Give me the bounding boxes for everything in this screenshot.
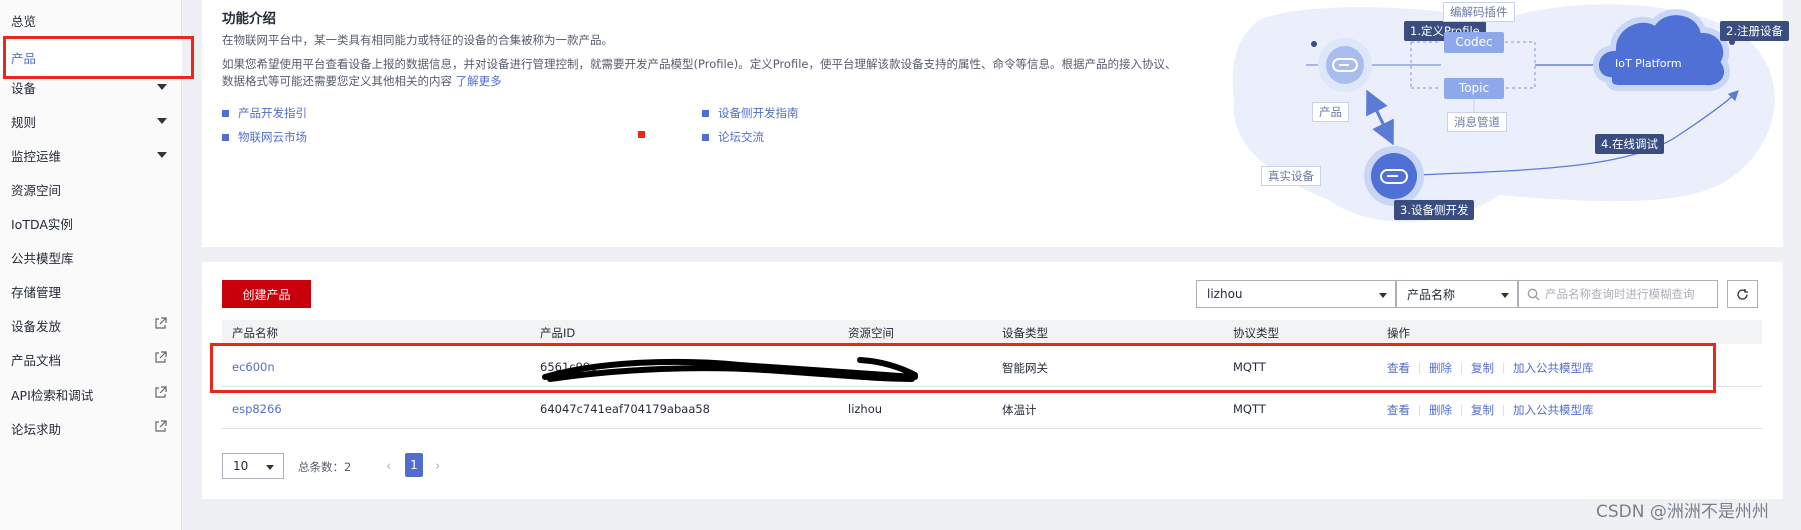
view-button[interactable]: 查看 bbox=[1387, 402, 1410, 418]
sidebar-item-device-provisioning[interactable]: 设备发放 bbox=[0, 308, 182, 342]
page-number-button[interactable]: 1 bbox=[405, 453, 423, 477]
sidebar-item-storage[interactable]: 存储管理 bbox=[0, 274, 182, 308]
prev-page-button[interactable]: ‹ bbox=[386, 459, 391, 474]
table-row: esp8266 64047c741eaf704179abaa58 lizhou … bbox=[222, 389, 1762, 429]
marker-dot bbox=[638, 131, 645, 138]
intro-paragraph: 在物联网平台中，某一类具有相同能力或特征的设备的合集被称为一款产品。 bbox=[222, 33, 613, 47]
link-forum[interactable]: 论坛交流 bbox=[702, 129, 764, 145]
product-name-link[interactable]: esp8266 bbox=[232, 402, 282, 416]
bullet-icon bbox=[222, 133, 229, 141]
label-product: 产品 bbox=[1312, 102, 1349, 122]
label-message-pipe: 消息管道 bbox=[1447, 112, 1507, 132]
add-to-public-models-button[interactable]: 加入公共模型库 bbox=[1513, 402, 1594, 418]
sidebar-item-label: 资源空间 bbox=[11, 182, 62, 198]
column-header-space: 资源空间 bbox=[848, 326, 894, 340]
sidebar: 总览 产品 设备 规则 监控运维 资源空间 IoTDA实例 公共模型库 存储管理… bbox=[0, 0, 182, 530]
link-iot-marketplace[interactable]: 物联网云市场 bbox=[222, 129, 307, 145]
highlight-box-products bbox=[3, 36, 194, 79]
page-size-select[interactable]: 10 bbox=[222, 453, 284, 479]
bullet-icon bbox=[702, 133, 709, 141]
redaction-scribble bbox=[542, 357, 918, 382]
chevron-down-icon bbox=[266, 465, 274, 470]
highlight-box-row bbox=[210, 343, 1716, 393]
codec-box: Codec bbox=[1444, 32, 1504, 53]
watermark: CSDN @洲洲不是州州 bbox=[1596, 502, 1769, 522]
intro-panel: 功能介绍 在物联网平台中，某一类具有相同能力或特征的设备的合集被称为一款产品。 … bbox=[202, 0, 1789, 247]
protocol-type: MQTT bbox=[1233, 402, 1266, 416]
sidebar-item-iotda-instance[interactable]: IoTDA实例 bbox=[0, 206, 182, 240]
resource-space-select[interactable]: lizhou bbox=[1196, 280, 1396, 308]
sidebar-item-label: IoTDA实例 bbox=[11, 216, 73, 232]
product-id: 64047c741eaf704179abaa58 bbox=[540, 402, 711, 416]
step-register-device: 2.注册设备 bbox=[1720, 21, 1789, 41]
external-link-icon bbox=[155, 351, 167, 363]
sidebar-item-rules[interactable]: 规则 bbox=[0, 104, 182, 138]
sidebar-item-label: 论坛求助 bbox=[11, 421, 62, 437]
column-header-protocol: 协议类型 bbox=[1233, 326, 1279, 340]
device-type: 体温计 bbox=[1002, 403, 1037, 417]
bullet-icon bbox=[702, 109, 709, 117]
chevron-down-icon bbox=[157, 118, 167, 124]
refresh-icon bbox=[1737, 288, 1748, 300]
sidebar-item-label: 公共模型库 bbox=[11, 250, 74, 266]
sidebar-item-overview[interactable]: 总览 bbox=[0, 3, 182, 37]
chevron-down-icon bbox=[157, 152, 167, 158]
sidebar-item-label: 规则 bbox=[11, 114, 37, 130]
intro-title: 功能介绍 bbox=[222, 11, 276, 27]
bullet-icon bbox=[222, 109, 229, 117]
chevron-down-icon bbox=[1501, 293, 1509, 298]
link-product-dev-guide[interactable]: 产品开发指引 bbox=[222, 105, 307, 121]
external-link-icon bbox=[155, 317, 167, 329]
copy-button[interactable]: 复制 bbox=[1471, 402, 1494, 418]
step-device-dev: 3.设备侧开发 bbox=[1394, 200, 1475, 220]
chevron-down-icon bbox=[1379, 293, 1387, 298]
step-online-debug: 4.在线调试 bbox=[1595, 134, 1664, 154]
create-product-button[interactable]: 创建产品 bbox=[222, 280, 311, 308]
delete-button[interactable]: 删除 bbox=[1429, 402, 1452, 418]
sidebar-item-label: 存储管理 bbox=[11, 284, 62, 300]
total-count: 总条数：2 bbox=[298, 460, 352, 474]
sidebar-item-resource-space[interactable]: 资源空间 bbox=[0, 172, 182, 206]
external-link-icon bbox=[155, 386, 167, 398]
link-device-dev-guide[interactable]: 设备侧开发指南 bbox=[702, 105, 799, 121]
search-field-select[interactable]: 产品名称 bbox=[1396, 280, 1518, 308]
search-icon bbox=[1527, 288, 1540, 301]
sidebar-item-label: 设备发放 bbox=[11, 318, 62, 334]
label-codec-plugin: 编解码插件 bbox=[1443, 2, 1515, 22]
sidebar-item-monitoring[interactable]: 监控运维 bbox=[0, 138, 182, 172]
sidebar-item-label: 监控运维 bbox=[11, 148, 62, 164]
refresh-button[interactable] bbox=[1727, 280, 1758, 308]
next-page-button[interactable]: › bbox=[435, 459, 440, 474]
sidebar-item-label: API检索和调试 bbox=[11, 387, 94, 403]
label-real-device: 真实设备 bbox=[1261, 166, 1321, 186]
column-header-device-type: 设备类型 bbox=[1002, 326, 1048, 340]
topic-box: Topic bbox=[1444, 78, 1504, 99]
resource-space: lizhou bbox=[848, 402, 883, 416]
intro-paragraph-detail: 如果您希望使用平台查看设备上报的数据信息，并对设备进行管理控制，就需要开发产品模… bbox=[222, 57, 1177, 88]
workflow-diagram: 1.定义Profile 2.注册设备 3.设备侧开发 4.在线调试 编解码插件 … bbox=[1199, 0, 1789, 247]
sidebar-item-label: 总览 bbox=[11, 13, 37, 29]
column-header-ops: 操作 bbox=[1387, 326, 1410, 340]
sidebar-item-label: 设备 bbox=[11, 80, 37, 96]
label-iot-platform: IoT Platform bbox=[1615, 57, 1682, 70]
sidebar-item-forum-help[interactable]: 论坛求助 bbox=[0, 411, 182, 445]
column-header-id: 产品ID bbox=[540, 326, 576, 340]
sidebar-item-product-docs[interactable]: 产品文档 bbox=[0, 342, 182, 376]
sidebar-item-label: 产品文档 bbox=[11, 352, 62, 368]
learn-more-link[interactable]: 了解更多 bbox=[456, 74, 502, 88]
row-actions: 查看 删除 复制 加入公共模型库 bbox=[1387, 402, 1594, 418]
search-input[interactable] bbox=[1545, 287, 1713, 301]
table-header: 产品名称 产品ID 资源空间 设备类型 协议类型 操作 bbox=[222, 320, 1762, 344]
sidebar-item-api-explorer[interactable]: API检索和调试 bbox=[0, 377, 182, 411]
search-box bbox=[1518, 280, 1718, 308]
sidebar-item-public-models[interactable]: 公共模型库 bbox=[0, 240, 182, 274]
column-header-name: 产品名称 bbox=[232, 326, 278, 340]
chevron-down-icon bbox=[157, 84, 167, 90]
external-link-icon bbox=[155, 420, 167, 432]
